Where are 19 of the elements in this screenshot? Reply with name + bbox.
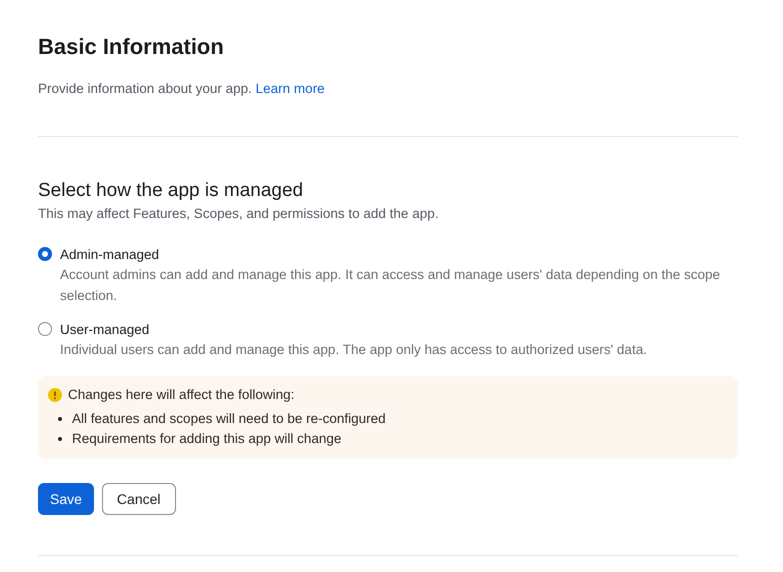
learn-more-link[interactable]: Learn more	[256, 81, 325, 96]
option-description: Individual users can add and manage this app. The app only has access to authorized users' data.	[60, 341, 647, 359]
option-description: Account admins can add and manage this app. It can access and manage users' data depending on the scope selection.	[60, 266, 722, 305]
save-button[interactable]: Save	[38, 483, 94, 515]
cancel-button[interactable]: Cancel	[102, 483, 176, 515]
radio-button[interactable]	[38, 247, 52, 261]
notice-item: Requirements for adding this app will change	[72, 430, 342, 448]
section-description: This may affect Features, Scopes, and permissions to add the app.	[38, 206, 440, 221]
bullet-icon	[58, 437, 62, 441]
bullet-icon	[58, 417, 62, 421]
option-label[interactable]: Admin-managed	[60, 245, 738, 264]
page-description: Provide information about your app.	[38, 81, 252, 96]
option-label[interactable]: User-managed	[60, 320, 647, 339]
radio-button[interactable]	[38, 322, 52, 336]
warning-icon	[48, 388, 62, 402]
section-title: Select how the app is managed	[38, 179, 304, 203]
notice-item: All features and scopes will need to be re-configured	[72, 410, 386, 428]
page-title: Basic Information	[38, 33, 225, 61]
notice-title: Changes here will affect the following:	[68, 387, 294, 402]
